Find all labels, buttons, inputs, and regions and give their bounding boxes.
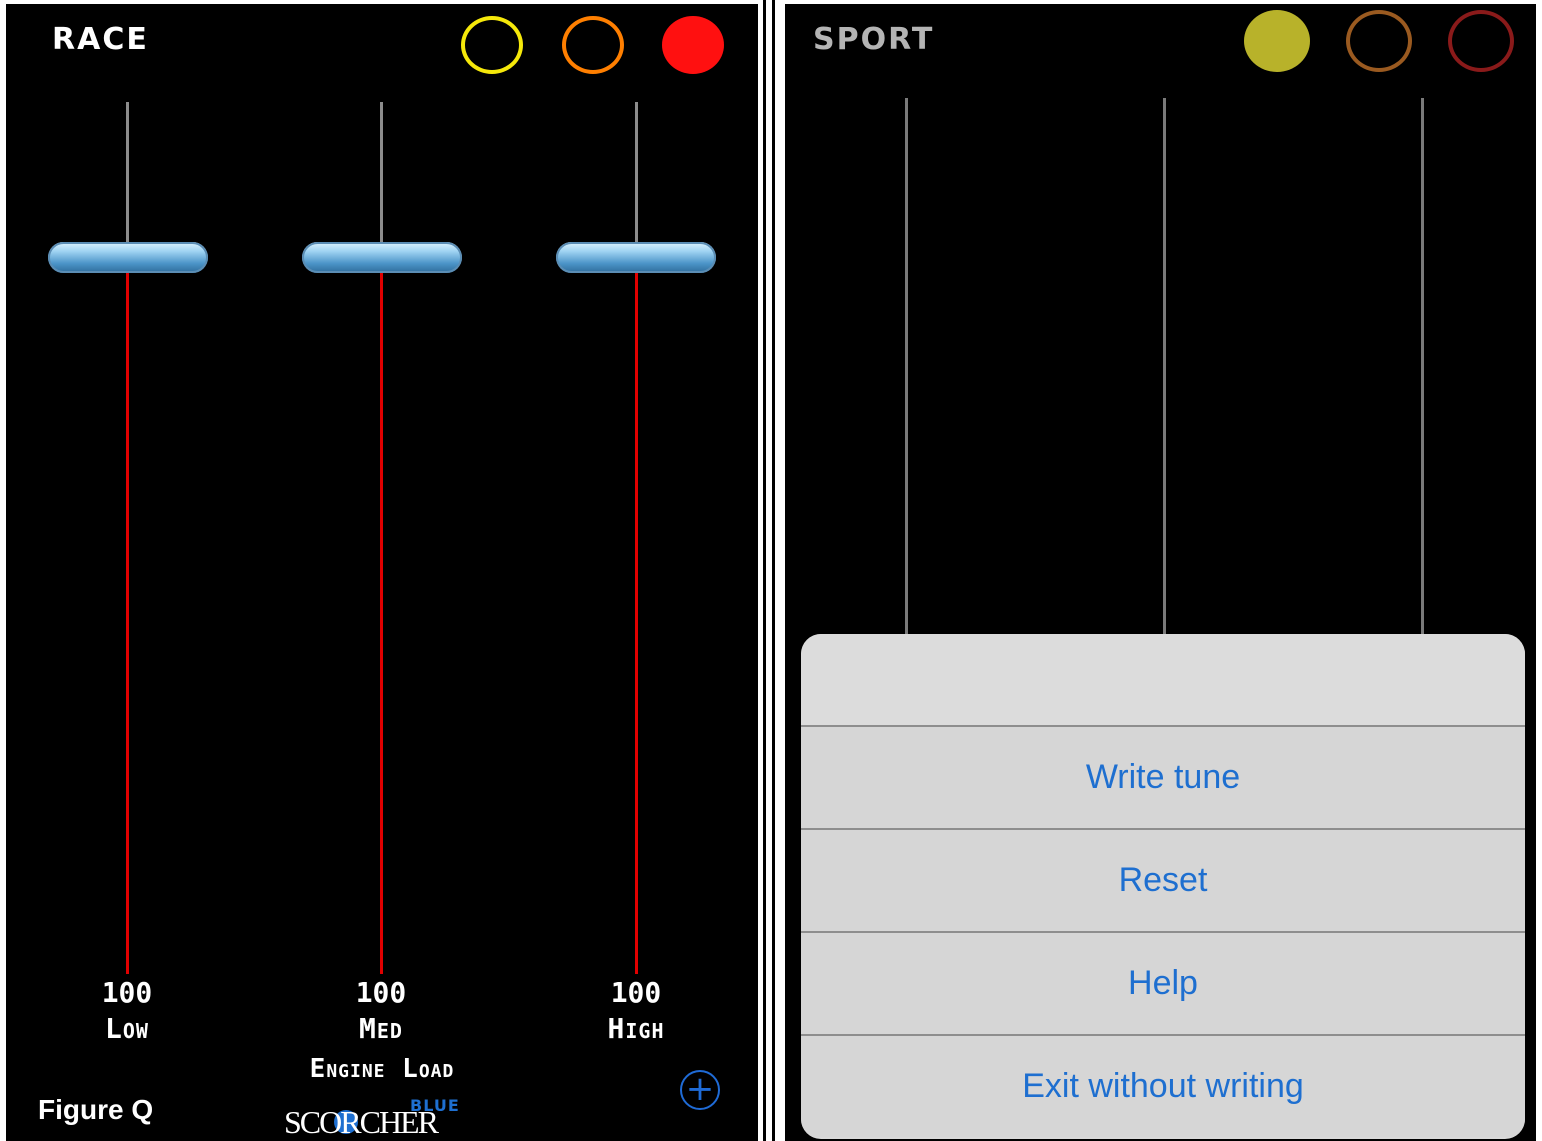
mode-title: SPORT: [813, 22, 935, 57]
slider-label: High: [607, 1012, 665, 1045]
slider-label: Low: [105, 1012, 149, 1045]
slider-track-lower: [126, 266, 129, 974]
logo-main-text: SCORCHER: [284, 1104, 439, 1140]
action-sheet-header: [801, 634, 1525, 727]
slider-knob[interactable]: [48, 242, 208, 273]
red-mode-dot[interactable]: [662, 16, 724, 74]
race-screen: RACE 100 Low 100 Med 100 High Engine Loa…: [6, 4, 758, 1141]
slider-track-upper: [380, 102, 383, 248]
engine-load-label: Engine Load: [309, 1054, 455, 1084]
slider-track-upper: [126, 102, 129, 248]
yellow-mode-dot[interactable]: [461, 16, 523, 74]
exit-without-writing-button[interactable]: Exit without writing: [801, 1036, 1525, 1137]
slider-track-upper: [635, 102, 638, 248]
slider-track-lower: [380, 266, 383, 974]
slider-value: 100: [355, 976, 407, 1009]
slider-knob[interactable]: [302, 242, 462, 273]
slider-track: [1421, 98, 1424, 638]
orange-mode-dot[interactable]: [1346, 10, 1412, 72]
blue-scorcher-logo: BLUE SCORCHER: [284, 1096, 484, 1141]
slider-value: 100: [610, 976, 662, 1009]
reset-button[interactable]: Reset: [801, 830, 1525, 933]
figure-caption: Figure Q: [38, 1094, 154, 1125]
help-button[interactable]: Help: [801, 933, 1525, 1036]
orange-mode-dot[interactable]: [562, 16, 624, 74]
slider-track: [905, 98, 908, 638]
slider-value: 100: [101, 976, 153, 1009]
slider-track: [1163, 98, 1166, 638]
slider-track-lower: [635, 266, 638, 974]
panel-divider: [763, 0, 766, 1141]
action-sheet: Write tune Reset Help Exit without writi…: [801, 634, 1525, 1139]
panel-divider: [772, 0, 775, 1141]
sport-screen: SPORT Write tune Reset Help Exit without…: [785, 4, 1536, 1141]
mode-title: RACE: [52, 22, 149, 57]
write-tune-button[interactable]: Write tune: [801, 727, 1525, 830]
slider-knob[interactable]: [556, 242, 716, 273]
plus-circle-icon[interactable]: +: [680, 1070, 720, 1110]
red-mode-dot[interactable]: [1448, 10, 1514, 72]
slider-label: Med: [359, 1012, 403, 1045]
yellow-mode-dot[interactable]: [1244, 10, 1310, 72]
